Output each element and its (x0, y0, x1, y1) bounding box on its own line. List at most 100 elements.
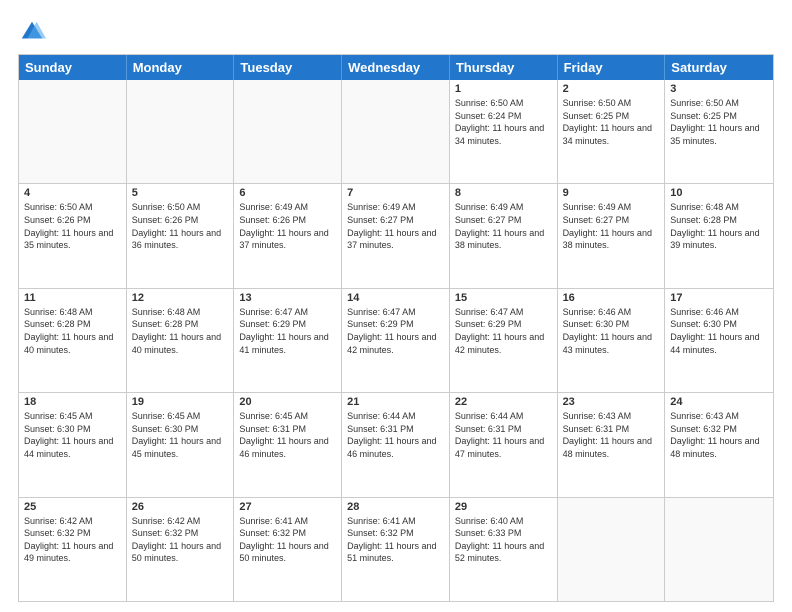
cell-info: Sunrise: 6:40 AM Sunset: 6:33 PM Dayligh… (455, 515, 552, 565)
cal-cell: 18 Sunrise: 6:45 AM Sunset: 6:30 PM Dayli… (19, 393, 127, 496)
cal-cell: 9 Sunrise: 6:49 AM Sunset: 6:27 PM Daylig… (558, 184, 666, 287)
calendar-header-row: SundayMondayTuesdayWednesdayThursdayFrid… (19, 55, 773, 80)
day-number: 11 (24, 292, 121, 304)
cal-week-1: 1 Sunrise: 6:50 AM Sunset: 6:24 PM Daylig… (19, 80, 773, 183)
cal-cell: 13Sunrise: 6:47 AM Sunset: 6:29 PM Dayli… (234, 289, 342, 392)
cal-cell: 6Sunrise: 6:49 AM Sunset: 6:26 PM Daylig… (234, 184, 342, 287)
cell-info: Sunrise: 6:43 AM Sunset: 6:31 PM Dayligh… (563, 410, 660, 460)
day-number: 5 (132, 187, 229, 199)
day-number: 19 (132, 396, 229, 408)
cal-cell: 7Sunrise: 6:49 AM Sunset: 6:27 PM Daylig… (342, 184, 450, 287)
calendar: SundayMondayTuesdayWednesdayThursdayFrid… (18, 54, 774, 602)
day-number: 16 (563, 292, 660, 304)
cal-week-2: 4 Sunrise: 6:50 AM Sunset: 6:26 PM Daylig… (19, 183, 773, 287)
cell-info: Sunrise: 6:47 AM Sunset: 6:29 PM Dayligh… (239, 306, 336, 356)
cal-cell: 3Sunrise: 6:50 AM Sunset: 6:25 PM Daylig… (665, 80, 773, 183)
cal-header-saturday: Saturday (665, 55, 773, 80)
cal-header-thursday: Thursday (450, 55, 558, 80)
cal-header-friday: Friday (558, 55, 666, 80)
cell-info: Sunrise: 6:45 AM Sunset: 6:31 PM Dayligh… (239, 410, 336, 460)
cell-info: Sunrise: 6:42 AM Sunset: 6:32 PM Dayligh… (132, 515, 229, 565)
day-number: 6 (239, 187, 336, 199)
cell-info: Sunrise: 6:47 AM Sunset: 6:29 PM Dayligh… (347, 306, 444, 356)
cal-cell: 23 Sunrise: 6:43 AM Sunset: 6:31 PM Dayli… (558, 393, 666, 496)
cell-info: Sunrise: 6:46 AM Sunset: 6:30 PM Dayligh… (563, 306, 660, 356)
cal-cell: 29 Sunrise: 6:40 AM Sunset: 6:33 PM Dayli… (450, 498, 558, 601)
cal-cell: 4 Sunrise: 6:50 AM Sunset: 6:26 PM Daylig… (19, 184, 127, 287)
day-number: 25 (24, 501, 121, 513)
cal-cell: 12 Sunrise: 6:48 AM Sunset: 6:28 PM Dayli… (127, 289, 235, 392)
cal-header-monday: Monday (127, 55, 235, 80)
cal-cell: 28 Sunrise: 6:41 AM Sunset: 6:32 PM Dayli… (342, 498, 450, 601)
day-number: 29 (455, 501, 552, 513)
day-number: 10 (670, 187, 768, 199)
cell-info: Sunrise: 6:41 AM Sunset: 6:32 PM Dayligh… (239, 515, 336, 565)
calendar-body: 1 Sunrise: 6:50 AM Sunset: 6:24 PM Daylig… (19, 80, 773, 601)
cal-cell: 5 Sunrise: 6:50 AM Sunset: 6:26 PM Daylig… (127, 184, 235, 287)
cal-cell: 24Sunrise: 6:43 AM Sunset: 6:32 PM Dayli… (665, 393, 773, 496)
page: SundayMondayTuesdayWednesdayThursdayFrid… (0, 0, 792, 612)
cell-info: Sunrise: 6:48 AM Sunset: 6:28 PM Dayligh… (24, 306, 121, 356)
cell-info: Sunrise: 6:49 AM Sunset: 6:27 PM Dayligh… (563, 201, 660, 251)
cal-cell: 25 Sunrise: 6:42 AM Sunset: 6:32 PM Dayli… (19, 498, 127, 601)
cal-cell: 2 Sunrise: 6:50 AM Sunset: 6:25 PM Daylig… (558, 80, 666, 183)
cal-cell: 26 Sunrise: 6:42 AM Sunset: 6:32 PM Dayli… (127, 498, 235, 601)
cal-cell: 22 Sunrise: 6:44 AM Sunset: 6:31 PM Dayli… (450, 393, 558, 496)
day-number: 2 (563, 83, 660, 95)
logo-icon (18, 18, 46, 46)
cal-cell (342, 80, 450, 183)
cal-cell: 17 Sunrise: 6:46 AM Sunset: 6:30 PM Dayli… (665, 289, 773, 392)
day-number: 3 (670, 83, 768, 95)
day-number: 12 (132, 292, 229, 304)
cell-info: Sunrise: 6:50 AM Sunset: 6:26 PM Dayligh… (132, 201, 229, 251)
day-number: 9 (563, 187, 660, 199)
header (18, 18, 774, 46)
day-number: 27 (239, 501, 336, 513)
day-number: 7 (347, 187, 444, 199)
cell-info: Sunrise: 6:44 AM Sunset: 6:31 PM Dayligh… (455, 410, 552, 460)
cal-week-3: 11 Sunrise: 6:48 AM Sunset: 6:28 PM Dayli… (19, 288, 773, 392)
cell-info: Sunrise: 6:45 AM Sunset: 6:30 PM Dayligh… (132, 410, 229, 460)
day-number: 14 (347, 292, 444, 304)
day-number: 17 (670, 292, 768, 304)
day-number: 21 (347, 396, 444, 408)
day-number: 18 (24, 396, 121, 408)
cell-info: Sunrise: 6:44 AM Sunset: 6:31 PM Dayligh… (347, 410, 444, 460)
day-number: 28 (347, 501, 444, 513)
day-number: 15 (455, 292, 552, 304)
cal-cell (234, 80, 342, 183)
cell-info: Sunrise: 6:43 AM Sunset: 6:32 PM Dayligh… (670, 410, 768, 460)
cell-info: Sunrise: 6:46 AM Sunset: 6:30 PM Dayligh… (670, 306, 768, 356)
cal-cell: 27 Sunrise: 6:41 AM Sunset: 6:32 PM Dayli… (234, 498, 342, 601)
cal-cell: 15 Sunrise: 6:47 AM Sunset: 6:29 PM Dayli… (450, 289, 558, 392)
cal-cell (127, 80, 235, 183)
cal-header-wednesday: Wednesday (342, 55, 450, 80)
day-number: 20 (239, 396, 336, 408)
day-number: 22 (455, 396, 552, 408)
cell-info: Sunrise: 6:42 AM Sunset: 6:32 PM Dayligh… (24, 515, 121, 565)
cell-info: Sunrise: 6:50 AM Sunset: 6:26 PM Dayligh… (24, 201, 121, 251)
cell-info: Sunrise: 6:41 AM Sunset: 6:32 PM Dayligh… (347, 515, 444, 565)
cell-info: Sunrise: 6:49 AM Sunset: 6:27 PM Dayligh… (455, 201, 552, 251)
day-number: 1 (455, 83, 552, 95)
cal-cell: 16 Sunrise: 6:46 AM Sunset: 6:30 PM Dayli… (558, 289, 666, 392)
cal-header-tuesday: Tuesday (234, 55, 342, 80)
cal-cell (558, 498, 666, 601)
cal-cell: 19 Sunrise: 6:45 AM Sunset: 6:30 PM Dayli… (127, 393, 235, 496)
cal-cell: 11 Sunrise: 6:48 AM Sunset: 6:28 PM Dayli… (19, 289, 127, 392)
cal-cell (19, 80, 127, 183)
cell-info: Sunrise: 6:48 AM Sunset: 6:28 PM Dayligh… (670, 201, 768, 251)
cal-header-sunday: Sunday (19, 55, 127, 80)
cell-info: Sunrise: 6:45 AM Sunset: 6:30 PM Dayligh… (24, 410, 121, 460)
cal-week-4: 18 Sunrise: 6:45 AM Sunset: 6:30 PM Dayli… (19, 392, 773, 496)
cell-info: Sunrise: 6:48 AM Sunset: 6:28 PM Dayligh… (132, 306, 229, 356)
cell-info: Sunrise: 6:50 AM Sunset: 6:24 PM Dayligh… (455, 97, 552, 147)
cal-cell: 20 Sunrise: 6:45 AM Sunset: 6:31 PM Dayli… (234, 393, 342, 496)
cell-info: Sunrise: 6:50 AM Sunset: 6:25 PM Dayligh… (563, 97, 660, 147)
day-number: 8 (455, 187, 552, 199)
cal-cell: 21 Sunrise: 6:44 AM Sunset: 6:31 PM Dayli… (342, 393, 450, 496)
day-number: 26 (132, 501, 229, 513)
cell-info: Sunrise: 6:47 AM Sunset: 6:29 PM Dayligh… (455, 306, 552, 356)
day-number: 23 (563, 396, 660, 408)
day-number: 4 (24, 187, 121, 199)
